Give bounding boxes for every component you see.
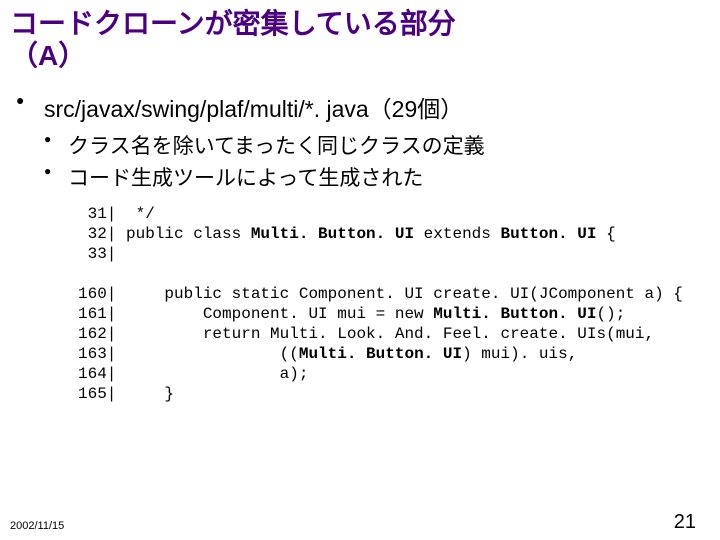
code-line-165-txt: }: [116, 385, 174, 403]
code-line-163-num: 163|: [78, 345, 116, 363]
code-line-32-num: 32|: [78, 225, 116, 243]
title-line1: コードクローンが密集している部分: [10, 8, 456, 39]
code-line-32-post: {: [597, 225, 616, 243]
code-line-161-b: Multi. Button. UI: [433, 305, 596, 323]
footer-date: 2002/11/15: [10, 520, 64, 532]
code-line-163-b: Multi. Button. UI: [299, 345, 462, 363]
sub-bullet-a: クラス名を除いてまったく同じクラスの定義: [44, 130, 710, 160]
code-line-163-post: ) mui). uis,: [462, 345, 577, 363]
code-line-160-num: 160|: [78, 285, 116, 303]
code-line-160-txt: public static Component. UI create. UI(J…: [116, 285, 683, 303]
code-line-165-num: 165|: [78, 385, 116, 403]
code-line-162-num: 162|: [78, 325, 116, 343]
slide-title: コードクローンが密集している部分 （A）: [10, 8, 710, 72]
main-bullet-text: src/javax/swing/plaf/multi/*. java（29個）: [44, 96, 463, 122]
code-line-32-b1: Multi. Button. UI: [251, 225, 414, 243]
code-block: 31| */ 32| public class Multi. Button. U…: [78, 204, 710, 404]
code-line-31-txt: */: [116, 205, 154, 223]
sub-bullet-b: コード生成ツールによって生成された: [44, 162, 710, 192]
code-line-32-b2: Button. UI: [500, 225, 596, 243]
code-line-32-pre: public class: [116, 225, 250, 243]
main-bullets: src/javax/swing/plaf/multi/*. java（29個） …: [16, 90, 710, 404]
code-line-31-num: 31|: [78, 205, 116, 223]
code-line-161-num: 161|: [78, 305, 116, 323]
footer-page-number: 21: [674, 511, 696, 534]
code-line-162-txt: return Multi. Look. And. Feel. create. U…: [116, 325, 654, 343]
code-line-32-mid: extends: [414, 225, 500, 243]
code-line-163-pre: ((: [116, 345, 298, 363]
code-line-33-num: 33|: [78, 245, 116, 263]
slide: コードクローンが密集している部分 （A） src/javax/swing/pla…: [0, 0, 720, 540]
code-line-161-pre: Component. UI mui = new: [116, 305, 433, 323]
title-line2: （A）: [10, 40, 86, 71]
code-line-161-post: ();: [597, 305, 626, 323]
sub-bullets: クラス名を除いてまったく同じクラスの定義 コード生成ツールによって生成された: [44, 130, 710, 192]
main-bullet-item: src/javax/swing/plaf/multi/*. java（29個） …: [16, 90, 710, 404]
code-line-164-num: 164|: [78, 365, 116, 383]
code-line-164-txt: a);: [116, 365, 308, 383]
